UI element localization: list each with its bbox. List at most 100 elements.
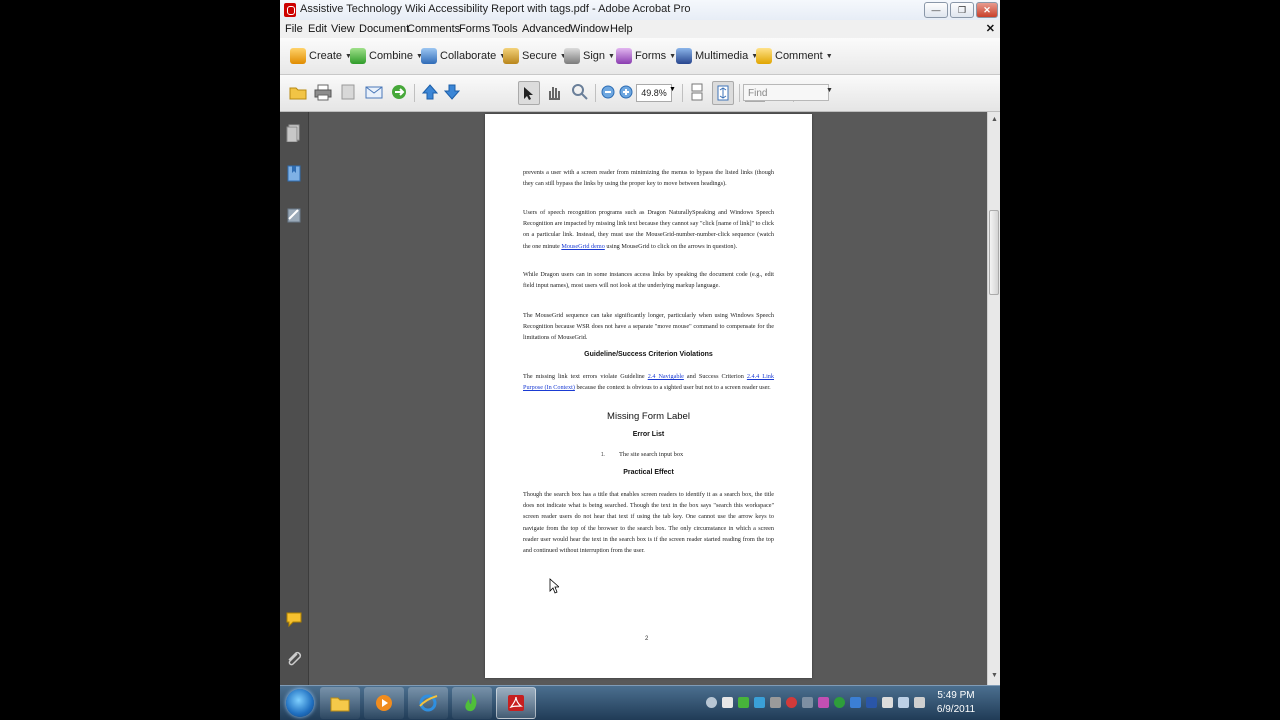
system-clock[interactable]: 5:49 PM 6/9/2011 xyxy=(926,689,986,717)
menu-tools[interactable]: Tools xyxy=(492,23,518,35)
tray-speech-icon[interactable] xyxy=(706,697,717,708)
create-button[interactable]: Create ▼ xyxy=(290,46,352,66)
menu-comments[interactable]: Comments xyxy=(407,23,460,35)
menu-view[interactable]: View xyxy=(331,23,355,35)
open-folder-icon[interactable] xyxy=(289,83,307,101)
zoom-dropdown-arrow[interactable]: ▼ xyxy=(669,86,676,93)
forms-button[interactable]: Forms ▼ xyxy=(616,46,676,66)
marquee-zoom-icon[interactable] xyxy=(571,83,589,101)
tray-network-drive-icon[interactable] xyxy=(802,697,813,708)
attachments-icon[interactable] xyxy=(286,650,302,668)
tray-shield-icon[interactable] xyxy=(738,697,749,708)
vertical-scrollbar[interactable]: ▲ ▼ xyxy=(987,112,1000,685)
signatures-icon[interactable] xyxy=(286,206,302,224)
menu-file[interactable]: File xyxy=(285,23,303,35)
pdf-page: prevents a user with a screen reader fro… xyxy=(485,114,812,678)
menu-bar: File Edit View Document Comments Forms T… xyxy=(280,20,1000,38)
close-window-button[interactable]: ✕ xyxy=(976,2,998,18)
taskbar-dragon[interactable] xyxy=(452,687,492,719)
heading-practical-effect: Practical Effect xyxy=(623,469,674,476)
tray-monitor-icon[interactable] xyxy=(850,697,861,708)
paragraph-bypass: prevents a user with a screen reader fro… xyxy=(523,169,774,188)
find-input[interactable]: Find xyxy=(743,84,829,101)
email-icon[interactable] xyxy=(365,83,383,101)
acrobat-app-icon xyxy=(284,3,296,17)
zoom-out-icon[interactable] xyxy=(599,83,617,101)
zoom-in-icon[interactable] xyxy=(617,83,635,101)
tray-update-icon[interactable] xyxy=(754,697,765,708)
multimedia-button[interactable]: Multimedia ▼ xyxy=(676,46,758,66)
page-thumbnails-icon[interactable] xyxy=(286,124,302,142)
share-icon[interactable] xyxy=(390,83,408,101)
minimize-button[interactable]: — xyxy=(924,2,948,18)
heading-violations: Guideline/Success Criterion Violations xyxy=(584,351,713,358)
media-player-icon xyxy=(376,695,392,711)
taskbar-acrobat[interactable] xyxy=(496,687,536,719)
fit-page-button[interactable] xyxy=(712,81,734,105)
heading-error-list: Error List xyxy=(632,431,665,438)
clock-date: 6/9/2011 xyxy=(936,704,976,715)
tray-green-icon[interactable] xyxy=(834,697,845,708)
multimedia-icon xyxy=(676,48,692,64)
tray-volume-icon[interactable] xyxy=(914,697,925,708)
tasks-toolbar: Create▼ Combine▼ Collaborate▼ Secure▼ Si… xyxy=(280,38,1000,75)
system-tray: 5:49 PM 6/9/2011 xyxy=(700,686,1000,720)
paragraph-dragon: While Dragon users can in some instances… xyxy=(523,271,774,290)
previous-page-icon[interactable] xyxy=(421,83,439,101)
lock-icon xyxy=(503,48,519,64)
print-icon[interactable] xyxy=(314,83,332,101)
menu-help[interactable]: Help xyxy=(610,23,633,35)
taskbar-internet-explorer[interactable] xyxy=(408,687,448,719)
hand-tool-icon[interactable] xyxy=(545,83,563,101)
scroll-down-arrow[interactable]: ▼ xyxy=(991,672,998,679)
scroll-up-arrow[interactable]: ▲ xyxy=(991,116,998,123)
comments-list-icon[interactable] xyxy=(286,610,302,628)
secure-button[interactable]: Secure▼ xyxy=(503,46,567,66)
paragraph-speech-recognition: Users of speech recognition programs suc… xyxy=(523,209,774,250)
tray-utility-icon[interactable] xyxy=(818,697,829,708)
start-button[interactable] xyxy=(286,689,314,717)
restore-button[interactable]: ❐ xyxy=(950,2,974,18)
select-cursor-icon xyxy=(524,87,533,100)
sign-button[interactable]: Sign ▼ xyxy=(564,46,615,66)
tray-antivirus-icon[interactable] xyxy=(786,697,797,708)
select-tool-button[interactable] xyxy=(518,81,540,105)
pen-icon xyxy=(564,48,580,64)
menu-advanced[interactable]: Advanced xyxy=(522,23,571,35)
mousegrid-demo-link[interactable]: MouseGrid demo xyxy=(561,243,604,250)
folder-icon xyxy=(330,697,350,712)
tray-app-icon[interactable] xyxy=(770,697,781,708)
comment-button[interactable]: Comment ▼ xyxy=(756,46,833,66)
save-icon[interactable] xyxy=(339,83,357,101)
combine-button[interactable]: Combine ▼ xyxy=(350,46,423,66)
clock-time: 5:49 PM xyxy=(937,690,975,701)
close-document-icon[interactable]: ✕ xyxy=(986,22,995,35)
menu-forms[interactable]: Forms xyxy=(459,23,490,35)
menu-window[interactable]: Window xyxy=(570,23,609,35)
zoom-level-field[interactable]: 49.8% xyxy=(636,84,672,102)
list-item-number: 1. xyxy=(601,452,606,458)
next-page-icon[interactable] xyxy=(443,83,461,101)
taskbar-explorer[interactable] xyxy=(320,687,360,719)
tray-network-icon[interactable] xyxy=(898,697,909,708)
find-dropdown-arrow[interactable]: ▼ xyxy=(826,87,833,94)
window-title: Assistive Technology Wiki Accessibility … xyxy=(300,3,691,15)
document-view: prevents a user with a screen reader fro… xyxy=(309,112,987,685)
paragraph-practical-effect: Though the search box has a title that e… xyxy=(523,491,774,555)
menu-document[interactable]: Document xyxy=(359,23,409,35)
windows-taskbar: 5:49 PM 6/9/2011 xyxy=(280,685,1000,720)
bookmarks-icon[interactable] xyxy=(286,164,302,182)
taskbar-media-player[interactable] xyxy=(364,687,404,719)
scrollbar-thumb[interactable] xyxy=(989,210,999,295)
paragraph-mousegrid: The MouseGrid sequence can take signific… xyxy=(523,312,774,342)
collaborate-button[interactable]: Collaborate▼ xyxy=(421,46,506,66)
menu-edit[interactable]: Edit xyxy=(308,23,327,35)
forms-icon xyxy=(616,48,632,64)
tray-document-icon[interactable] xyxy=(722,697,733,708)
tray-flag-icon[interactable] xyxy=(882,697,893,708)
acrobat-window: Assistive Technology Wiki Accessibility … xyxy=(280,0,1000,720)
comment-icon xyxy=(756,48,772,64)
scrolling-mode-icon[interactable] xyxy=(688,83,706,101)
guideline-navigable-link[interactable]: 2.4 Navigable xyxy=(648,373,684,380)
tray-bluetooth-icon[interactable] xyxy=(866,697,877,708)
